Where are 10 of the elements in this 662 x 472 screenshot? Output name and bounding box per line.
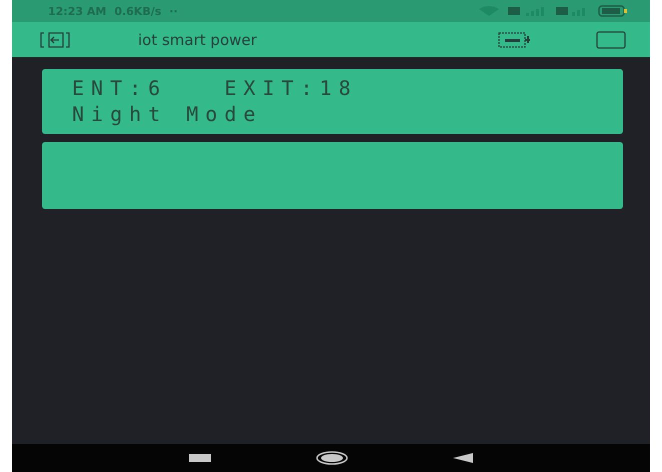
battery-icon [598, 5, 628, 17]
lcd-text: ENT:6 EXIT:18 [72, 77, 359, 99]
home-icon[interactable] [316, 451, 348, 465]
battery-icon[interactable] [498, 30, 532, 48]
notification-dots: ·· [169, 4, 178, 18]
app-title: iot smart power [138, 30, 257, 48]
square-icon[interactable] [596, 30, 626, 48]
exit-icon[interactable] [40, 30, 70, 48]
back-icon[interactable] [453, 453, 473, 463]
lcd-text: Night Mode [72, 103, 264, 125]
